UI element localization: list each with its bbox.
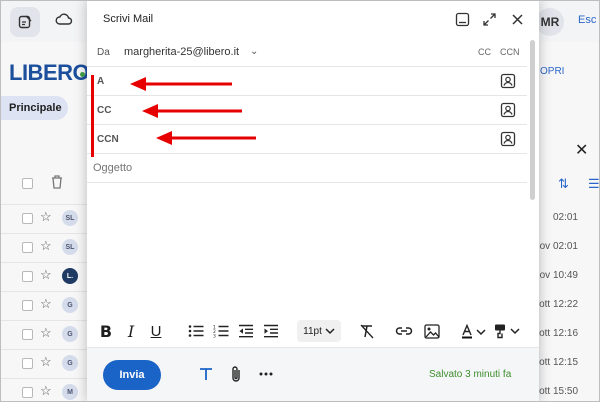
underline-icon[interactable]: U: [149, 321, 163, 341]
star-icon[interactable]: ☆: [40, 296, 52, 312]
annotation-bracket: [91, 75, 94, 157]
compose-dialog: Scrivi Mail Da margherita-25@libero.it ⌄…: [87, 0, 539, 402]
from-label: Da: [97, 47, 110, 58]
close-icon[interactable]: [508, 10, 526, 28]
compose-icon[interactable]: [10, 7, 40, 37]
annotation-arrow-to: [130, 77, 232, 91]
text-color-icon[interactable]: [461, 321, 487, 341]
logout-link[interactable]: Esc: [578, 14, 596, 26]
row-checkbox[interactable]: [22, 358, 33, 369]
from-select[interactable]: margherita-25@libero.it: [124, 46, 239, 58]
list-item[interactable]: ☆ M: [0, 378, 90, 402]
clear-format-icon[interactable]: [358, 321, 376, 341]
send-button[interactable]: Invia: [103, 360, 161, 390]
subject-input[interactable]: [93, 158, 453, 178]
row-checkbox[interactable]: [22, 300, 33, 311]
cloud-icon[interactable]: [55, 12, 73, 31]
contacts-icon[interactable]: [500, 131, 516, 147]
to-label: A: [97, 76, 105, 87]
cc-label: CC: [97, 105, 112, 116]
star-icon[interactable]: ☆: [40, 267, 52, 283]
bold-icon[interactable]: B: [99, 321, 113, 341]
avatar: SL: [62, 239, 78, 255]
image-icon[interactable]: [423, 321, 441, 341]
avatar: G: [62, 297, 78, 313]
annotation-arrow-ccn: [156, 131, 256, 145]
italic-icon[interactable]: I: [125, 321, 137, 341]
annotation-arrow-cc: [142, 104, 242, 118]
close-icon[interactable]: ✕: [575, 140, 588, 160]
apri-link[interactable]: OPRI: [540, 66, 564, 77]
highlight-icon[interactable]: [493, 321, 523, 341]
indent-icon[interactable]: [262, 321, 280, 341]
logo-dot: [80, 72, 85, 77]
list-item[interactable]: ☆ G: [0, 349, 90, 377]
select-all-checkbox[interactable]: [22, 178, 33, 189]
row-checkbox[interactable]: [22, 271, 33, 282]
list-item[interactable]: ☆ G: [0, 320, 90, 348]
bcc-label: CCN: [97, 134, 119, 145]
trash-icon[interactable]: [50, 174, 64, 195]
font-size-value: 11pt: [303, 325, 322, 337]
contacts-icon[interactable]: [500, 73, 516, 89]
text-format-icon[interactable]: [197, 363, 215, 385]
outdent-icon[interactable]: [237, 321, 255, 341]
star-icon[interactable]: ☆: [40, 209, 52, 225]
avatar: M: [62, 384, 78, 400]
message-body[interactable]: [87, 182, 527, 312]
formatting-toolbar: B I U 123 11pt: [87, 316, 539, 346]
tab-principale[interactable]: Principale: [0, 96, 68, 120]
cc-toggle-link[interactable]: CC: [478, 47, 491, 57]
avatar: G: [62, 326, 78, 342]
row-checkbox[interactable]: [22, 213, 33, 224]
attachment-icon[interactable]: [228, 363, 244, 385]
contacts-icon[interactable]: [500, 102, 516, 118]
link-icon[interactable]: [395, 321, 413, 341]
star-icon[interactable]: ☆: [40, 354, 52, 370]
minimize-icon[interactable]: [453, 10, 471, 28]
compose-header: Scrivi Mail: [87, 0, 539, 38]
compose-title: Scrivi Mail: [103, 13, 154, 25]
list-item[interactable]: ☆ L.: [0, 262, 90, 290]
star-icon[interactable]: ☆: [40, 383, 52, 399]
scrollbar[interactable]: [530, 40, 535, 200]
avatar: SL: [62, 210, 78, 226]
ccn-toggle-link[interactable]: CCN: [500, 47, 520, 57]
sort-icon[interactable]: ⇅: [558, 176, 569, 192]
filter-icon[interactable]: ☰: [588, 176, 600, 192]
bullet-list-icon[interactable]: [187, 321, 205, 341]
avatar: G: [62, 355, 78, 371]
list-item[interactable]: ☆ G: [0, 291, 90, 319]
star-icon[interactable]: ☆: [40, 238, 52, 254]
list-item[interactable]: ☆ SL: [0, 204, 90, 232]
row-checkbox[interactable]: [22, 242, 33, 253]
font-size-select[interactable]: 11pt: [297, 320, 341, 342]
numbered-list-icon[interactable]: 123: [212, 321, 230, 341]
bcc-field: CCN: [87, 125, 527, 154]
star-icon[interactable]: ☆: [40, 325, 52, 341]
save-status: Salvato 3 minuti fa: [429, 369, 512, 380]
chevron-down-icon[interactable]: ⌄: [250, 46, 258, 57]
avatar: L.: [62, 268, 78, 284]
more-options-icon[interactable]: [257, 363, 275, 385]
expand-icon[interactable]: [480, 10, 498, 28]
subject-field: [87, 154, 527, 183]
row-checkbox[interactable]: [22, 329, 33, 340]
list-item[interactable]: ☆ SL: [0, 233, 90, 261]
compose-footer: Invia Salvato 3 minuti fa: [87, 347, 539, 402]
row-checkbox[interactable]: [22, 387, 33, 398]
from-field: Da margherita-25@libero.it ⌄ CC CCN: [87, 38, 527, 67]
profile-avatar[interactable]: MR: [536, 8, 564, 36]
svg-text:3: 3: [213, 334, 216, 339]
libero-logo: LIBERO: [9, 60, 90, 85]
